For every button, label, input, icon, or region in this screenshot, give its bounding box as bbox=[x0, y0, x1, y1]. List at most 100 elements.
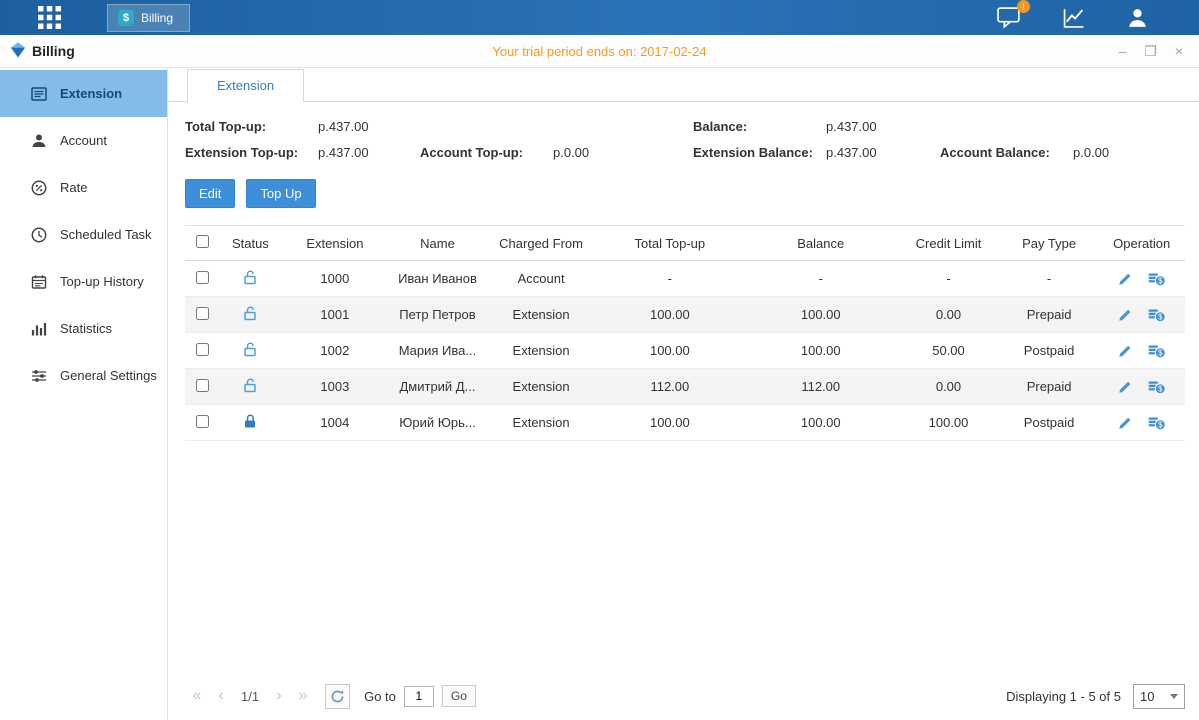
sidebar-item-general-settings[interactable]: General Settings bbox=[0, 352, 167, 399]
apps-grid-icon[interactable] bbox=[38, 6, 61, 29]
main-content: Extension Total Top-up:p.437.00 Balance:… bbox=[168, 68, 1199, 720]
user-icon[interactable] bbox=[1126, 7, 1149, 29]
cell-pay-type: Postpaid bbox=[1000, 333, 1099, 369]
go-button[interactable]: Go bbox=[442, 685, 476, 707]
table-header-row: Status Extension Name Charged From Total… bbox=[185, 226, 1185, 261]
topup-icon[interactable]: $ bbox=[1148, 306, 1166, 323]
page-title: Billing bbox=[32, 43, 75, 59]
summary-extension-balance: Extension Balance:p.437.00 bbox=[693, 145, 940, 160]
close-icon[interactable]: × bbox=[1175, 44, 1183, 58]
sidebar-item-rate[interactable]: Rate bbox=[0, 164, 167, 211]
sidebar-item-scheduled-task[interactable]: Scheduled Task bbox=[0, 211, 167, 258]
lock-open-icon bbox=[242, 269, 258, 285]
cell-total-topup: - bbox=[595, 261, 744, 297]
statistics-icon bbox=[30, 320, 48, 338]
select-all-checkbox[interactable] bbox=[196, 235, 209, 248]
sidebar-item-account[interactable]: Account bbox=[0, 117, 167, 164]
page-size-value: 10 bbox=[1140, 689, 1154, 704]
displaying-text: Displaying 1 - 5 of 5 bbox=[1006, 689, 1121, 704]
summary-balance: Balance: p.437.00 bbox=[693, 119, 940, 134]
summary-value: p.0.00 bbox=[553, 145, 589, 160]
cell-credit-limit: 50.00 bbox=[897, 333, 1000, 369]
billing-logo-icon bbox=[10, 42, 26, 61]
edit-icon[interactable] bbox=[1118, 271, 1133, 286]
row-checkbox[interactable] bbox=[196, 307, 209, 320]
sidebar-item-label: Extension bbox=[60, 86, 122, 101]
cell-pay-type: Postpaid bbox=[1000, 405, 1099, 441]
topup-history-icon bbox=[30, 273, 48, 291]
pagination-right: Displaying 1 - 5 of 5 10 bbox=[1006, 684, 1185, 709]
topup-icon[interactable]: $ bbox=[1148, 378, 1166, 395]
row-checkbox[interactable] bbox=[196, 379, 209, 392]
cell-name: Петр Петров bbox=[388, 297, 487, 333]
page-size-select[interactable]: 10 bbox=[1133, 684, 1185, 709]
lock-closed-icon bbox=[242, 413, 258, 429]
cell-balance: 100.00 bbox=[744, 333, 897, 369]
next-page-icon[interactable]: › bbox=[267, 687, 291, 705]
page-indicator: 1/1 bbox=[241, 689, 259, 704]
cell-total-topup: 100.00 bbox=[595, 333, 744, 369]
topbar-tab-label: Billing bbox=[141, 11, 173, 25]
scheduled-task-icon bbox=[30, 226, 48, 244]
summary-label: Account Top-up: bbox=[420, 145, 545, 160]
summary-total-topup: Total Top-up:p.437.00 bbox=[185, 119, 420, 134]
table-row: 1000 Иван Иванов Account - - - - $ bbox=[185, 261, 1185, 297]
row-checkbox[interactable] bbox=[196, 271, 209, 284]
col-balance: Balance bbox=[744, 226, 897, 261]
table-row: 1002 Мария Ива... Extension 100.00 100.0… bbox=[185, 333, 1185, 369]
edit-icon[interactable] bbox=[1118, 343, 1133, 358]
refresh-icon[interactable] bbox=[325, 684, 350, 709]
cell-extension: 1000 bbox=[282, 261, 389, 297]
topup-icon[interactable]: $ bbox=[1148, 414, 1166, 431]
chat-icon[interactable]: ! bbox=[997, 6, 1022, 29]
top-up-button[interactable]: Top Up bbox=[246, 179, 315, 208]
topup-icon[interactable]: $ bbox=[1148, 270, 1166, 287]
svg-text:$: $ bbox=[1158, 277, 1163, 286]
cell-name: Дмитрий Д... bbox=[388, 369, 487, 405]
sidebar-item-extension[interactable]: Extension bbox=[0, 70, 167, 117]
title-bar-left: Billing bbox=[0, 42, 75, 61]
edit-icon[interactable] bbox=[1118, 379, 1133, 394]
cell-charged-from: Extension bbox=[487, 405, 596, 441]
edit-icon[interactable] bbox=[1118, 415, 1133, 430]
last-page-icon[interactable]: » bbox=[291, 687, 315, 705]
row-checkbox[interactable] bbox=[196, 343, 209, 356]
cell-credit-limit: 100.00 bbox=[897, 405, 1000, 441]
first-page-icon[interactable]: « bbox=[185, 687, 209, 705]
col-status: Status bbox=[219, 226, 281, 261]
topbar-right-icons: ! bbox=[997, 6, 1149, 29]
cell-name: Мария Ива... bbox=[388, 333, 487, 369]
billing-dollar-icon: $ bbox=[118, 10, 134, 26]
cell-balance: 100.00 bbox=[744, 297, 897, 333]
summary-account-topup: Account Top-up: p.0.00 bbox=[420, 145, 693, 160]
cell-balance: 112.00 bbox=[744, 369, 897, 405]
chart-icon[interactable] bbox=[1062, 7, 1086, 29]
col-name: Name bbox=[388, 226, 487, 261]
topbar-tab-billing[interactable]: $ Billing bbox=[107, 4, 190, 32]
sidebar-item-statistics[interactable]: Statistics bbox=[0, 305, 167, 352]
topup-icon[interactable]: $ bbox=[1148, 342, 1166, 359]
col-total-topup: Total Top-up bbox=[595, 226, 744, 261]
minimize-icon[interactable]: – bbox=[1118, 44, 1126, 58]
lock-open-icon bbox=[242, 377, 258, 393]
cell-charged-from: Extension bbox=[487, 297, 596, 333]
maximize-icon[interactable]: ❐ bbox=[1144, 44, 1157, 58]
goto-page-input[interactable] bbox=[404, 686, 434, 707]
summary-account-balance: Account Balance:p.0.00 bbox=[940, 145, 1185, 160]
edit-button[interactable]: Edit bbox=[185, 179, 235, 208]
sidebar-item-label: Top-up History bbox=[60, 274, 144, 289]
cell-pay-type: - bbox=[1000, 261, 1099, 297]
lock-open-icon bbox=[242, 341, 258, 357]
table-row: 1001 Петр Петров Extension 100.00 100.00… bbox=[185, 297, 1185, 333]
summary-value: p.437.00 bbox=[826, 119, 877, 134]
summary-value: p.437.00 bbox=[826, 145, 877, 160]
svg-text:$: $ bbox=[1158, 385, 1163, 394]
edit-icon[interactable] bbox=[1118, 307, 1133, 322]
sidebar-item-label: Rate bbox=[60, 180, 87, 195]
sidebar-item-topup-history[interactable]: Top-up History bbox=[0, 258, 167, 305]
prev-page-icon[interactable]: ‹ bbox=[209, 687, 233, 705]
tab-extension[interactable]: Extension bbox=[187, 69, 304, 102]
row-checkbox[interactable] bbox=[196, 415, 209, 428]
extension-table: Status Extension Name Charged From Total… bbox=[185, 225, 1185, 441]
summary-label: Balance: bbox=[693, 119, 818, 134]
